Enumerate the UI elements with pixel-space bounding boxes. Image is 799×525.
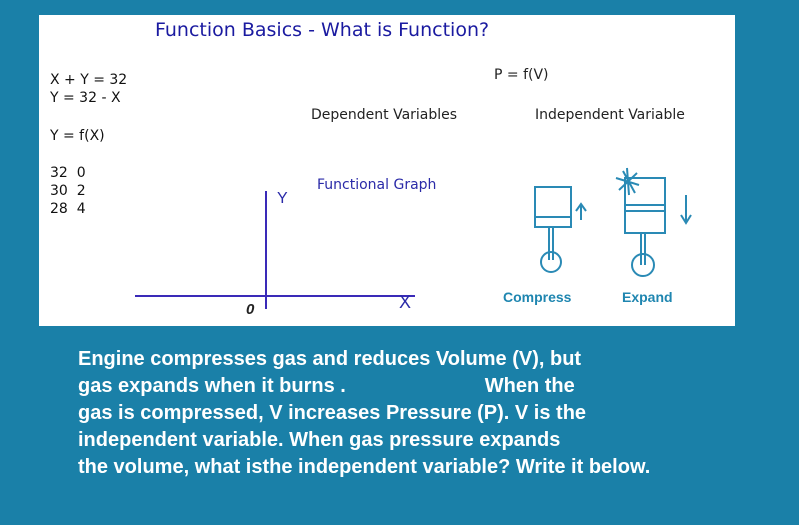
graph-axes <box>135 167 692 309</box>
piston-drawing-icon <box>534 167 692 277</box>
origin-label: 0 <box>246 301 255 318</box>
axis-y-label: Y <box>277 190 288 207</box>
compress-label: Compress <box>503 289 572 305</box>
expand-label: Expand <box>622 289 673 305</box>
text-line: gas is compressed, V increases Pressure … <box>78 402 587 424</box>
axis-x-label: X <box>399 292 412 312</box>
slide-image: Function Basics - What is Function? X + … <box>39 15 735 326</box>
text-line: gas expands when it burns . When the <box>78 375 575 397</box>
text-line: the volume, what isthe independent varia… <box>78 456 651 478</box>
text-line: independent variable. When gas pressure … <box>78 429 561 451</box>
question-text: Engine compresses gas and reduces Volume… <box>78 346 778 481</box>
text-line: Engine compresses gas and reduces Volume… <box>78 348 582 370</box>
